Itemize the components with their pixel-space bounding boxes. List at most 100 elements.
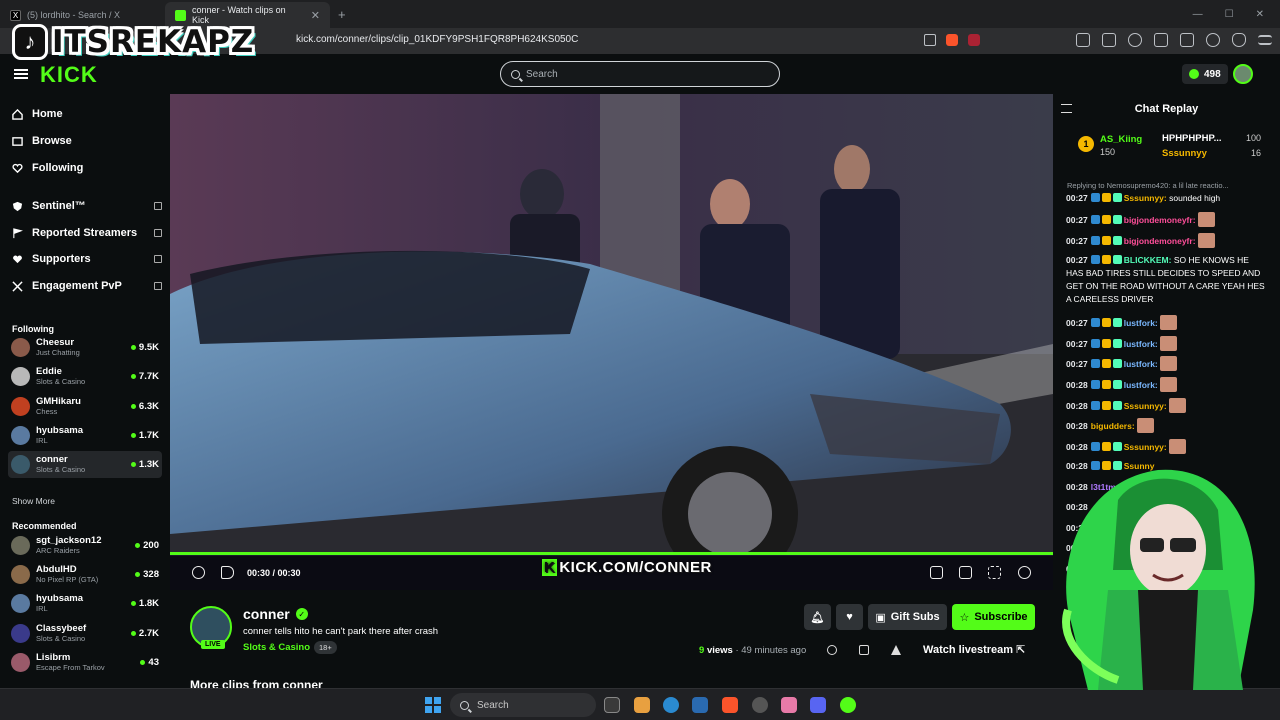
taskbar-search[interactable]: Search [450,693,596,717]
leo-ai-icon[interactable] [1206,33,1220,47]
message-user[interactable]: bigjondemoneyfr: [1124,236,1196,246]
theater-mode-icon[interactable] [959,566,972,579]
edge-icon[interactable] [663,697,679,713]
sidebar-channel-cheesur[interactable]: Cheesur Just Chatting 9.5K [8,334,162,361]
close-tab-icon[interactable]: ✕ [311,9,320,22]
gift-leaderboard: 1 AS_Kiing 150 HPHPHPHP... 100 Sssunnyy … [1053,128,1280,168]
chat-header: Chat Replay [1053,94,1280,124]
screenshot-icon[interactable] [1102,33,1116,47]
message-user[interactable]: BLICKKEM: [1124,255,1172,265]
show-more-link[interactable]: Show More [12,496,55,506]
replay-icon[interactable] [192,566,205,579]
progress-bar[interactable] [170,552,1053,555]
brave-rewards-icon[interactable] [968,34,980,46]
kick-logo[interactable]: KICK [40,62,98,88]
video-player[interactable]: 00:30 / 00:30 K KICK.COM/CONNER [170,94,1053,590]
viewer-count-value: 9.5K [138,342,159,353]
vpn-icon[interactable] [1232,33,1246,47]
leaderboard-user[interactable]: AS_Kiing [1100,134,1142,145]
sidebar-channel-sgt_jackson12[interactable]: sgt_jackson12 ARC Raiders 200 [8,532,162,559]
live-dot-icon [130,374,136,380]
search-input[interactable] [526,68,756,80]
spotify-icon[interactable] [840,697,856,713]
sidebar-channel-eddie[interactable]: Eddie Slots & Casino 7.7K [8,363,162,390]
channel-text: hyubsama IRL [36,593,83,614]
live-badge: LIVE [201,640,225,649]
hamburger-menu-icon[interactable] [14,69,28,79]
age-rating-badge: 18+ [314,641,337,654]
message-user[interactable]: lustfork: [1124,318,1158,328]
external-link-icon [154,229,162,237]
follow-button[interactable]: ♥ [836,604,863,630]
vtuber-avatar-overlay [1062,469,1255,690]
store-icon[interactable] [692,697,708,713]
url-field[interactable]: kick.com/conner/clips/clip_01KDFY9PSH1FQ… [296,34,578,45]
task-view-icon[interactable] [604,697,620,713]
category-link[interactable]: Slots & Casino [243,642,310,653]
subscribe-button[interactable]: ☆ Subscribe [952,604,1035,630]
report-warning-icon[interactable] [891,645,901,655]
message-user[interactable]: Sssunnyy: [1124,401,1167,411]
volume-icon[interactable] [221,566,234,579]
sidebar-item-browse[interactable]: Browse [12,135,162,147]
wallet-icon[interactable] [1180,33,1194,47]
sidebar-item-supporters[interactable]: Supporters [12,253,162,265]
leaderboard-user[interactable]: HPHPHPHP... [1162,133,1221,144]
gift-subs-button[interactable]: ▣ Gift Subs [868,604,947,630]
channel-name[interactable]: conner [243,606,290,622]
message-user[interactable]: bigudders: [1091,421,1135,431]
notification-bell-button[interactable]: 🔔︎ [804,604,831,630]
sidebar-channel-classybeef[interactable]: Classybeef Slots & Casino 2.7K [8,620,162,647]
new-tab-icon[interactable]: + [338,7,346,22]
viewer-count-value: 328 [143,569,159,581]
music-icon[interactable] [1128,33,1142,47]
viewer-count-value: 43 [148,656,159,668]
fullscreen-icon[interactable] [988,566,1001,579]
window-controls: — ☐ ✕ [1193,9,1280,28]
sidebar-icon[interactable] [1154,33,1168,47]
sidebar-item-following[interactable]: Following [12,162,162,174]
message-user[interactable]: Sssunnyy: [1124,193,1167,203]
badge-icon [1090,318,1100,327]
collapse-chat-icon[interactable] [1061,104,1072,113]
menu-icon[interactable] [1258,35,1272,45]
picture-in-picture-icon[interactable] [930,566,943,579]
sidebar-channel-lisibrm[interactable]: Lisibrm Escape From Tarkov 43 [8,649,162,676]
sidebar-item-sentinel[interactable]: Sentinel™ [12,200,162,212]
sidebar-item-reported-streamers[interactable]: Reported Streamers [12,227,162,239]
maximize-icon[interactable]: ☐ [1225,9,1234,20]
sidebar-channel-conner[interactable]: conner Slots & Casino 1.3K [8,451,162,479]
copilot-icon[interactable] [634,697,650,713]
channel-category: IRL [36,604,48,614]
sidebar-item-engagement-pvp[interactable]: Engagement PvP [12,280,162,292]
obs-icon[interactable] [752,697,768,713]
kick-coins-button[interactable]: 498 [1182,64,1228,84]
kick-k-logo: K [542,559,558,576]
share-icon[interactable] [924,34,936,46]
message-user[interactable]: bigjondemoneyfr: [1124,215,1196,225]
user-avatar[interactable] [1233,64,1253,84]
search-bar[interactable] [500,61,780,87]
message-user[interactable]: lustfork: [1124,359,1158,369]
minimize-icon[interactable]: — [1193,9,1203,20]
sidebar-channel-abdulhd[interactable]: AbdulHD No Pixel RP (GTA) 328 [8,561,162,588]
sidebar-channel-hyubsama[interactable]: hyubsama IRL 1.8K [8,590,162,617]
sidebar-item-home[interactable]: Home [12,108,162,120]
app-icon[interactable] [781,697,797,713]
brave-icon[interactable] [722,697,738,713]
leaderboard-user[interactable]: Sssunnyy [1162,148,1207,159]
windows-start-icon[interactable] [425,697,441,713]
emote-icon [1159,377,1177,392]
viewer-count: 2.7K [130,628,162,639]
download-icon[interactable] [859,645,869,655]
message-user[interactable]: lustfork: [1124,339,1158,349]
discord-icon[interactable] [810,697,826,713]
message-user[interactable]: lustfork: [1124,380,1158,390]
sidebar-channel-gmhikaru[interactable]: GMHikaru Chess 6.3K [8,393,162,420]
watch-livestream-button[interactable]: Watch livestream ⇱ [923,643,1025,656]
sidebar-channel-hyubsama[interactable]: hyubsama IRL 1.7K [8,422,162,449]
share-icon[interactable] [827,645,837,655]
extensions-icon[interactable] [1076,33,1090,47]
brave-shield-icon[interactable] [946,34,958,46]
close-window-icon[interactable]: ✕ [1256,9,1264,20]
